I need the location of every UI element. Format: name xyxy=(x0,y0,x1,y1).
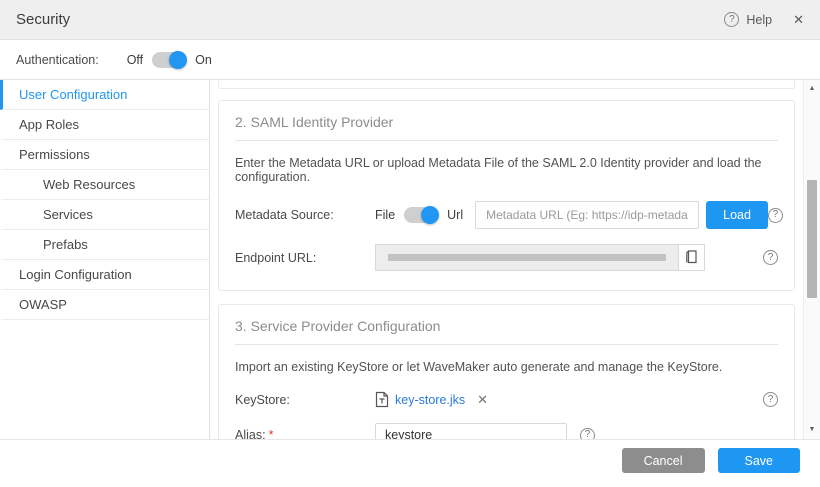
saml-identity-provider-card: 2. SAML Identity Provider Enter the Meta… xyxy=(218,100,795,291)
endpoint-url-row: Endpoint URL: xyxy=(235,244,778,271)
service-provider-description: Import an existing KeyStore or let WaveM… xyxy=(235,360,778,374)
sidebar: User Configuration App Roles Permissions… xyxy=(0,80,210,439)
sidebar-item-services[interactable]: Services xyxy=(0,200,209,230)
dialog-footer: Cancel Save xyxy=(0,440,820,487)
section-title-service-provider: 3. Service Provider Configuration xyxy=(235,305,778,345)
service-provider-card: 3. Service Provider Configuration Import… xyxy=(218,304,795,439)
authentication-toggle[interactable] xyxy=(152,52,186,68)
page-title: Security xyxy=(16,11,70,28)
cancel-button[interactable]: Cancel xyxy=(622,448,705,473)
metadata-source-row: Metadata Source: File Url Load ? xyxy=(235,201,778,229)
copy-button[interactable] xyxy=(678,244,705,271)
alias-input[interactable] xyxy=(375,423,567,439)
alias-row: Alias:* ? xyxy=(235,423,778,439)
vertical-scrollbar[interactable]: ▲ ▼ xyxy=(803,80,820,439)
content-scroll-area: 2. SAML Identity Provider Enter the Meta… xyxy=(210,80,803,439)
alias-label: Alias:* xyxy=(235,428,375,439)
toggle-knob xyxy=(169,51,187,69)
previous-section-card-partial xyxy=(218,80,795,89)
section-title-saml: 2. SAML Identity Provider xyxy=(235,101,778,141)
sidebar-item-user-configuration[interactable]: User Configuration xyxy=(0,80,209,110)
help-icon[interactable]: ? xyxy=(768,208,783,223)
metadata-source-toggle[interactable] xyxy=(404,207,438,223)
scrollbar-thumb[interactable] xyxy=(807,180,817,298)
keystore-file-link[interactable]: key-store.jks xyxy=(395,393,465,407)
endpoint-url-field-group xyxy=(375,244,705,271)
save-button[interactable]: Save xyxy=(718,448,801,473)
url-option-label: Url xyxy=(447,208,463,222)
help-icon[interactable]: ? xyxy=(763,392,778,407)
help-link[interactable]: Help xyxy=(746,13,772,27)
file-icon xyxy=(375,391,389,408)
redacted-text-bar xyxy=(388,254,666,261)
authentication-row: Authentication: Off On xyxy=(0,40,820,80)
keystore-label: KeyStore: xyxy=(235,393,375,407)
authentication-label: Authentication: xyxy=(16,53,99,67)
file-option-label: File xyxy=(375,208,395,222)
help-icon[interactable]: ? xyxy=(580,428,595,440)
metadata-source-label: Metadata Source: xyxy=(235,208,375,222)
security-dialog: Security ? Help ✕ Authentication: Off On… xyxy=(0,0,820,487)
sidebar-item-permissions[interactable]: Permissions xyxy=(0,140,209,170)
help-icon[interactable]: ? xyxy=(724,12,739,27)
required-asterisk: * xyxy=(269,428,274,439)
sidebar-item-prefabs[interactable]: Prefabs xyxy=(0,230,209,260)
remove-keystore-icon[interactable]: ✕ xyxy=(477,392,488,408)
endpoint-url-label: Endpoint URL: xyxy=(235,251,375,265)
saml-description: Enter the Metadata URL or upload Metadat… xyxy=(235,156,778,184)
sidebar-item-login-configuration[interactable]: Login Configuration xyxy=(0,260,209,290)
dialog-header: Security ? Help ✕ xyxy=(0,0,820,40)
authentication-off-label: Off xyxy=(127,53,143,67)
load-button[interactable]: Load xyxy=(706,201,768,229)
metadata-url-input[interactable] xyxy=(475,201,699,229)
scroll-up-icon[interactable]: ▲ xyxy=(804,83,820,95)
sidebar-item-owasp[interactable]: OWASP xyxy=(0,290,209,320)
sidebar-item-web-resources[interactable]: Web Resources xyxy=(0,170,209,200)
scroll-down-icon[interactable]: ▼ xyxy=(804,424,820,436)
sidebar-item-app-roles[interactable]: App Roles xyxy=(0,110,209,140)
authentication-on-label: On xyxy=(195,53,212,67)
endpoint-url-value-redacted xyxy=(375,244,678,271)
close-icon[interactable]: ✕ xyxy=(793,12,804,28)
toggle-knob xyxy=(421,206,439,224)
help-icon[interactable]: ? xyxy=(763,250,778,265)
copy-icon xyxy=(685,250,698,265)
keystore-row: KeyStore: key-store.jks ✕ ? xyxy=(235,391,778,408)
